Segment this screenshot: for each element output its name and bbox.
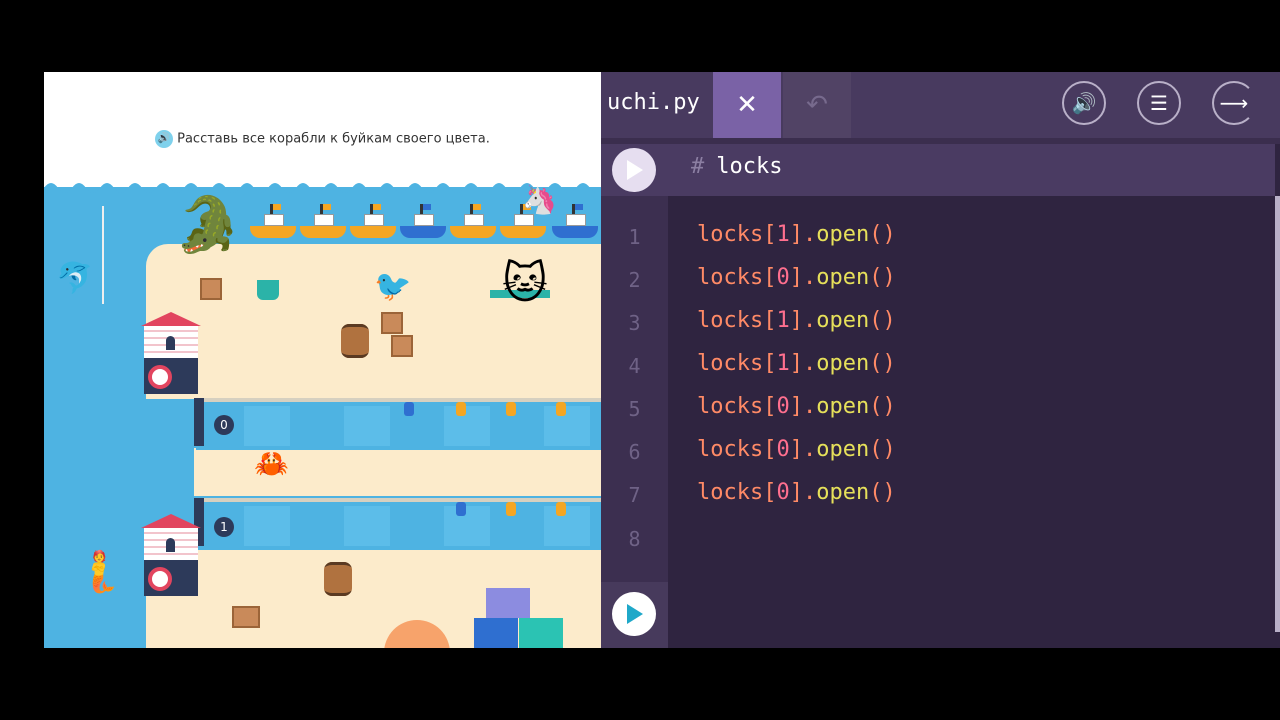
line-number: 1 — [628, 225, 641, 249]
container-purple — [486, 588, 530, 618]
file-name: uchi.py — [607, 90, 700, 115]
crab-character: 🦀 — [254, 447, 289, 480]
crate — [391, 335, 413, 357]
close-button[interactable]: ✕ — [713, 72, 781, 138]
container-blue — [474, 618, 518, 648]
editor-toolbar: uchi.py ✕ ↶ 🔊 ☰ ⟶ — [601, 72, 1280, 138]
line-number: 4 — [628, 354, 641, 378]
bucket — [257, 280, 279, 300]
ship-orange[interactable] — [250, 202, 296, 238]
line-number: 2 — [628, 268, 641, 292]
code-line-2[interactable]: locks[0].open() — [697, 265, 896, 290]
next-button[interactable]: ⟶ — [1212, 81, 1256, 125]
code-line-1[interactable]: locks[1].open() — [697, 222, 896, 247]
buoy-orange — [556, 502, 566, 516]
undo-button[interactable]: ↶ — [783, 72, 851, 138]
lock-label-1: 1 — [214, 517, 234, 537]
buoy-orange — [556, 402, 566, 416]
comment-text: locks — [716, 154, 783, 179]
undo-icon: ↶ — [806, 90, 828, 120]
code-line-7[interactable]: locks[0].open() — [697, 480, 896, 505]
buoy-blue — [456, 502, 466, 516]
line-number: 3 — [628, 311, 641, 335]
code-line-6[interactable]: locks[0].open() — [697, 437, 896, 462]
menu-button[interactable]: ☰ — [1137, 81, 1181, 125]
bird-character: 🐦 — [374, 269, 412, 304]
lock-channel-1 — [196, 498, 601, 550]
crocodile-character: 🐊 — [174, 193, 242, 256]
close-icon: ✕ — [736, 90, 758, 120]
container-teal — [519, 618, 563, 648]
line-number: 5 — [628, 397, 641, 421]
ship-orange[interactable] — [300, 202, 346, 238]
crate — [381, 312, 403, 334]
code-line-5[interactable]: locks[0].open() — [697, 394, 896, 419]
line-number: 8 — [628, 527, 641, 551]
dolphin-character: 🐬 — [56, 261, 94, 296]
comment-hash: # — [691, 154, 705, 179]
lighthouse-upper — [141, 312, 201, 394]
seahorse-character: 🦄 — [522, 183, 557, 216]
arrow-right-icon: ⟶ — [1219, 91, 1249, 115]
ship-orange[interactable] — [450, 202, 496, 238]
task-instruction: 🔊 Расставь все корабли к буйкам своего цв… — [44, 130, 601, 148]
line-number: 6 — [628, 440, 641, 464]
run-button[interactable] — [612, 592, 656, 636]
speaker-icon: 🔊 — [1071, 91, 1097, 115]
list-icon: ☰ — [1150, 91, 1168, 115]
game-canvas[interactable]: 🔊 Расставь все корабли к буйкам своего цв… — [44, 72, 601, 648]
lock-channel-0 — [196, 398, 601, 450]
fishing-line — [102, 206, 104, 304]
speaker-icon[interactable]: 🔊 — [155, 130, 174, 148]
barrel — [324, 562, 352, 596]
code-line-3[interactable]: locks[1].open() — [697, 308, 896, 333]
play-icon — [627, 604, 643, 624]
task-text: Расставь все корабли к буйкам своего цве… — [177, 131, 490, 147]
run-button-top[interactable] — [612, 148, 656, 192]
play-icon — [627, 160, 643, 180]
crate — [200, 278, 222, 300]
buoy-orange — [506, 402, 516, 416]
ship-orange[interactable] — [350, 202, 396, 238]
code-editor: uchi.py ✕ ↶ 🔊 ☰ ⟶ # locks 1 2 3 4 5 6 7 8… — [601, 72, 1280, 648]
code-line-4[interactable]: locks[1].open() — [697, 351, 896, 376]
barrel — [341, 324, 369, 358]
ship-blue[interactable] — [552, 202, 598, 238]
lock-gate-0[interactable] — [194, 398, 204, 446]
line-number-gutter: 1 2 3 4 5 6 7 8 — [601, 196, 668, 582]
buoy-orange — [456, 402, 466, 416]
sound-button[interactable]: 🔊 — [1062, 81, 1106, 125]
ship-blue[interactable] — [400, 202, 446, 238]
wave-line — [44, 183, 601, 194]
line-number: 7 — [628, 483, 641, 507]
pirate-cat-character: 🐱 — [502, 258, 548, 309]
header-comment: # locks — [691, 154, 782, 179]
mermaid-character: 🧜 — [74, 549, 124, 595]
buoy-blue — [404, 402, 414, 416]
buoy-orange — [506, 502, 516, 516]
lock-label-0: 0 — [214, 415, 234, 435]
crate — [232, 606, 260, 628]
lighthouse-lower — [141, 514, 201, 596]
editor-scrollbar[interactable] — [1275, 196, 1280, 632]
